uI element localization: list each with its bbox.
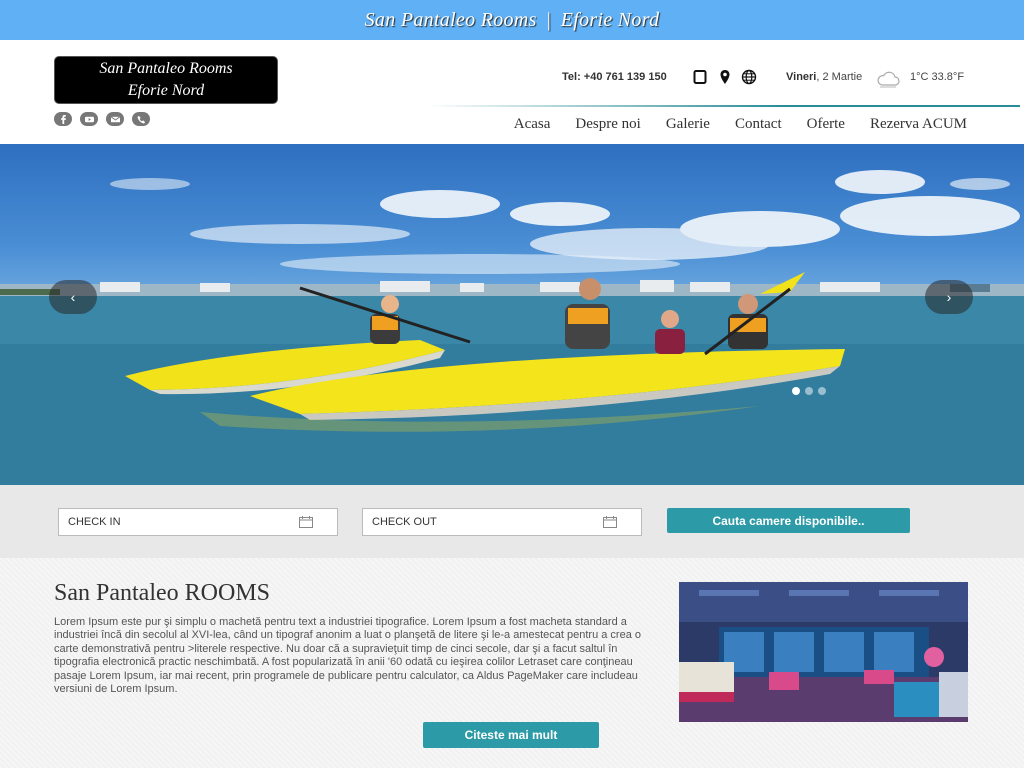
check-in-field[interactable]: CHECK IN	[58, 508, 338, 536]
nav-item-contact[interactable]: Contact	[735, 116, 782, 133]
main-nav: Acasa Despre noi Galerie Contact Oferte …	[514, 116, 967, 133]
nav-item-galerie[interactable]: Galerie	[666, 116, 710, 133]
slider-pagination	[792, 387, 826, 395]
banner-title-left: San Pantaleo Rooms	[364, 8, 537, 31]
slider-prev-button[interactable]: ‹	[49, 280, 97, 314]
social-links	[54, 112, 150, 126]
check-in-label: CHECK IN	[68, 516, 121, 528]
current-day: Vineri	[786, 71, 817, 83]
tablet-icon[interactable]	[692, 69, 708, 85]
read-more-button[interactable]: Citeste mai mult	[423, 722, 599, 748]
top-banner: San Pantaleo Rooms | Eforie Nord	[0, 0, 1024, 40]
current-date: Vineri, 2 Martie	[786, 71, 862, 83]
check-out-label: CHECK OUT	[372, 516, 437, 528]
site-logo[interactable]: San Pantaleo Rooms Eforie Nord	[54, 56, 278, 104]
header-divider	[426, 105, 1020, 107]
room-photo	[679, 582, 968, 722]
nav-item-despre-noi[interactable]: Despre noi	[575, 116, 640, 133]
nav-item-oferte[interactable]: Oferte	[807, 116, 845, 133]
search-rooms-button[interactable]: Cauta camere disponibile..	[667, 508, 910, 533]
check-out-field[interactable]: CHECK OUT	[362, 508, 642, 536]
intro-section: San Pantaleo ROOMS Lorem Ipsum este pur …	[0, 558, 1024, 768]
location-pin-icon[interactable]	[717, 69, 733, 85]
slider-dot-2[interactable]	[805, 387, 813, 395]
slider-dot-3[interactable]	[818, 387, 826, 395]
cloud-icon	[877, 71, 900, 88]
hero-kayak-image	[0, 170, 1024, 485]
globe-icon[interactable]	[741, 69, 757, 85]
nav-item-rezerva-acum[interactable]: Rezerva ACUM	[870, 116, 967, 133]
mail-icon[interactable]	[106, 112, 124, 126]
youtube-icon[interactable]	[80, 112, 98, 126]
temperature: 1°C 33.8°F	[910, 71, 965, 83]
site-header: San Pantaleo Rooms Eforie Nord Tel: +40 …	[0, 40, 1024, 144]
booking-search: CHECK IN CHECK OUT Cauta camere disponib…	[0, 485, 1024, 558]
hero-slider: ‹ ›	[0, 144, 1024, 485]
facebook-icon[interactable]	[54, 112, 72, 126]
nav-item-acasa[interactable]: Acasa	[514, 116, 551, 133]
logo-line-2: Eforie Nord	[127, 82, 205, 99]
slider-next-button[interactable]: ›	[925, 280, 973, 314]
phone-number[interactable]: Tel: +40 761 139 150	[562, 71, 667, 83]
banner-title-right: Eforie Nord	[560, 8, 660, 31]
logo-line-1: San Pantaleo Rooms	[99, 60, 233, 77]
phone-icon[interactable]	[132, 112, 150, 126]
section-title: San Pantaleo ROOMS	[54, 580, 270, 606]
section-body: Lorem Ipsum este pur şi simplu o machetă…	[54, 616, 642, 696]
slider-dot-1[interactable]	[792, 387, 800, 395]
banner-separator: |	[546, 8, 551, 31]
calendar-icon[interactable]	[299, 516, 313, 528]
calendar-icon[interactable]	[603, 516, 617, 528]
current-date-text: , 2 Martie	[816, 71, 863, 83]
